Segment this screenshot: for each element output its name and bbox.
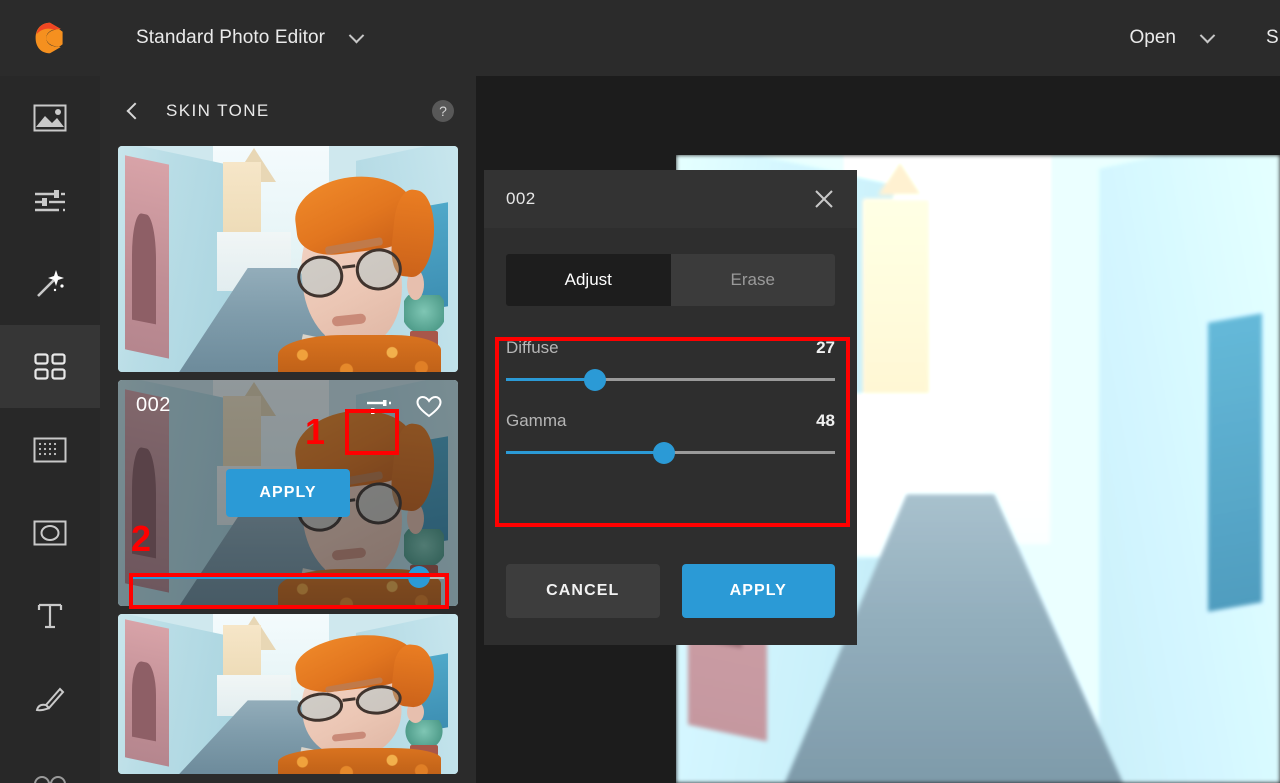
photo-church-spire [878,161,922,195]
dialog-actions: CANCEL APPLY [506,564,835,618]
heart-icon [416,395,442,419]
slider-fill [506,378,595,381]
card-settings-button[interactable] [364,392,394,422]
cancel-button[interactable]: CANCEL [506,564,660,618]
open-dropdown-button[interactable] [1194,25,1220,51]
brush-icon [34,685,66,713]
photo-blue-door [1208,313,1262,611]
glasses-lens-left [294,253,345,300]
magic-wand-icon [34,268,66,300]
slider-row-diffuse: Diffuse 27 [506,338,835,381]
dialog-slider-group: Diffuse 27 Gamma 48 [506,338,835,454]
sidebar-item-text[interactable] [0,574,100,657]
app-logo [0,0,100,76]
preset-card-2[interactable]: 002 [118,380,458,606]
grid-squares-icon [34,353,66,381]
top-bar: Standard Photo Editor Open S [0,0,1280,76]
close-x-icon [813,188,835,210]
card-favorite-button[interactable] [414,392,444,422]
chevron-down-icon [348,27,364,43]
photo-composition [118,614,458,774]
photo-doorway [132,660,156,741]
tool-panel: SKIN TONE ? [100,76,476,783]
preset-card-label: 002 [136,394,171,417]
dialog-close-button[interactable] [813,188,835,210]
slider-value: 48 [816,411,835,431]
dots-texture-icon [33,437,67,463]
slider-value: 27 [816,338,835,358]
save-button[interactable]: S [1266,27,1280,49]
dialog-tabs: Adjust Erase [506,254,835,306]
apply-button[interactable]: APPLY [682,564,836,618]
slider-label: Gamma [506,411,566,431]
tab-erase[interactable]: Erase [671,254,836,306]
panel-header: SKIN TONE ? [100,76,476,146]
card-strength-slider[interactable] [132,568,444,586]
chevron-left-icon [127,103,144,120]
left-tool-rail [0,76,100,783]
polychromatic-c-logo-icon [32,20,68,56]
gamma-slider[interactable] [506,451,835,454]
help-button[interactable]: ? [432,100,454,122]
glasses-icon [33,772,67,783]
chevron-down-icon [1199,27,1215,43]
slider-fill [506,451,664,454]
sidebar-item-brush[interactable] [0,657,100,740]
sidebar-item-more[interactable] [0,740,100,783]
sidebar-item-textures[interactable] [0,408,100,491]
photo-person [274,633,444,774]
dialog-header: 002 [484,170,857,228]
photo-person [274,173,444,372]
glasses-lens-right [353,246,404,293]
panel-back-button[interactable] [120,98,146,124]
sidebar-item-adjust[interactable] [0,159,100,242]
glasses-lens-right [354,683,404,718]
sidebar-item-frames[interactable] [0,491,100,574]
sidebar-item-image[interactable] [0,76,100,159]
slider-row-gamma: Gamma 48 [506,411,835,454]
person-shirt [278,335,441,372]
person-shirt [278,748,441,774]
glasses-lens-left [295,690,345,725]
adjust-dialog: 002 Adjust Erase Diffuse 27 [484,170,857,645]
annotation-number-2: 2 [131,521,151,557]
slider-header: Gamma 48 [506,411,835,431]
slider-label: Diffuse [506,338,559,358]
preset-card-1[interactable] [118,146,458,372]
glasses-bridge [342,698,355,703]
glasses-bridge [342,265,355,270]
photo-composition [118,146,458,372]
sliders-icon [33,188,67,214]
slider-header: Diffuse 27 [506,338,835,358]
app-title: Standard Photo Editor [136,27,325,49]
page-title: SKIN TONE [166,101,270,121]
photo-editor-window: Standard Photo Editor Open S [0,0,1280,783]
text-t-icon [36,601,64,631]
sidebar-item-effects[interactable] [0,242,100,325]
top-bar-right-actions: Open S [1130,0,1280,76]
sliders-icon [366,397,392,417]
image-icon [33,104,67,132]
sidebar-item-overlays[interactable] [0,325,100,408]
diffuse-slider[interactable] [506,378,835,381]
slider-fill [132,576,419,579]
card-tool-row [364,392,444,422]
app-title-dropdown-button[interactable] [343,25,369,51]
tab-adjust[interactable]: Adjust [506,254,671,306]
annotation-number-1: 1 [305,414,325,450]
slider-knob [653,442,675,464]
card-apply-button[interactable]: APPLY [226,469,350,517]
vignette-icon [33,520,67,546]
open-button[interactable]: Open [1130,27,1176,49]
slider-knob [584,369,606,391]
preset-list: 002 [100,146,476,774]
photo-doorway [132,211,156,324]
slider-track [132,576,444,579]
slider-knob [408,566,430,588]
dialog-title: 002 [506,189,536,209]
preset-card-3[interactable] [118,614,458,774]
